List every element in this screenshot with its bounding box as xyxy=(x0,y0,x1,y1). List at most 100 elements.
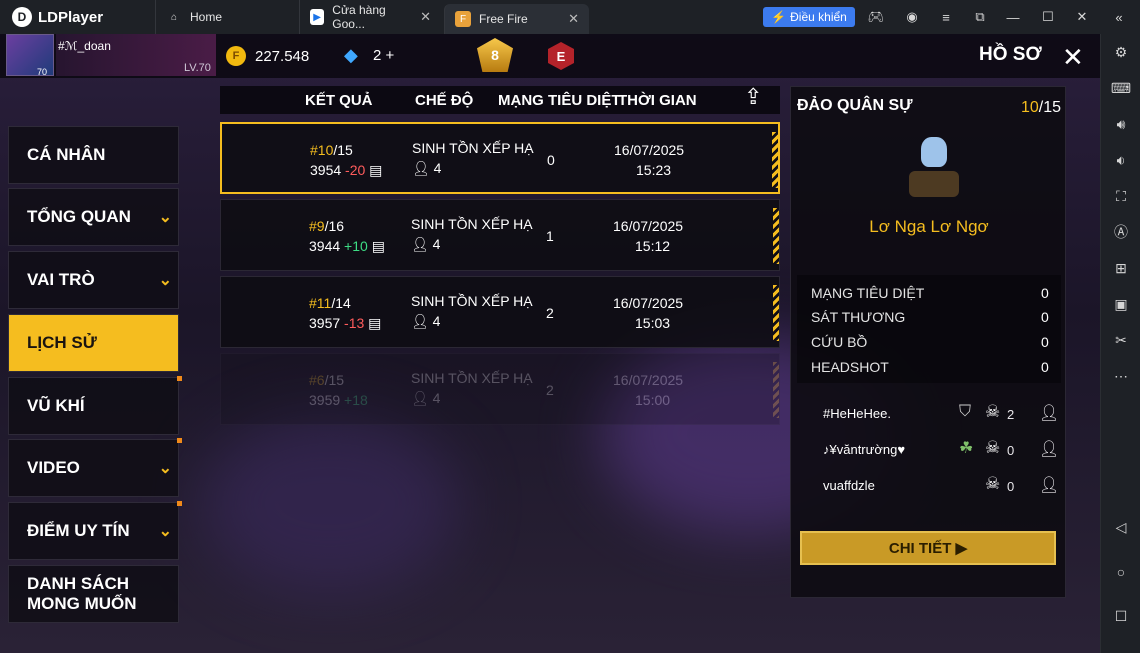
chevron-down-icon: ⌄ xyxy=(158,460,172,477)
details-button[interactable]: CHI TIẾT ▶ xyxy=(800,531,1056,565)
teammate-kills: 0 xyxy=(1007,479,1015,494)
squad-size: 4 xyxy=(432,236,441,252)
notification-dot xyxy=(177,438,182,443)
notification-dot xyxy=(177,501,182,506)
control-button[interactable]: ⚡ Điều khiển xyxy=(763,7,855,27)
points: 3954 xyxy=(310,162,342,178)
stat-value: 0 xyxy=(1041,359,1049,375)
home-circle-icon[interactable]: ○ xyxy=(1109,561,1133,583)
points: 3944 xyxy=(309,238,341,254)
menu-label: TỔNG QUAN xyxy=(27,207,131,226)
chevron-down-icon: ⌄ xyxy=(158,523,172,540)
volume-down-icon[interactable]: 🔉︎ xyxy=(1109,149,1133,171)
fullscreen-icon[interactable]: ⛶ xyxy=(1109,185,1133,207)
time: 15:23 xyxy=(636,162,672,178)
close-tab-icon[interactable]: ✕ xyxy=(420,9,431,25)
gold-amount: 227.548 xyxy=(255,48,310,65)
table-row[interactable]: #9/16 3944 +10 ▤ SINH TỒN XẾP HẠ 👤︎ 4 1 … xyxy=(220,199,780,271)
table-row[interactable]: #10/15 3954 -20 ▤ SINH TỒN XẾP HẠ 👤︎ 4 0… xyxy=(220,122,780,194)
collapse-sidebar-icon[interactable]: « xyxy=(1110,8,1128,26)
total: /15 xyxy=(333,142,353,158)
tab-home[interactable]: ⌂ Home xyxy=(155,0,297,34)
scissors-icon[interactable]: ✂ xyxy=(1109,329,1133,351)
close-window-icon[interactable]: ✕ xyxy=(1073,8,1091,26)
keyboard-icon[interactable]: ⌨ xyxy=(1109,77,1133,99)
back-icon[interactable]: ◁ xyxy=(1109,516,1133,538)
account-icon[interactable]: ◉ xyxy=(903,8,921,26)
teammate-kills: 0 xyxy=(1007,443,1015,458)
apk-install-icon[interactable]: ▣ xyxy=(1109,293,1133,315)
teammate-row: ♪¥văntrường♥ ☘ ☠ 0 👤︎ xyxy=(791,435,1067,465)
row-stripe xyxy=(772,132,778,188)
close-tab-icon[interactable]: ✕ xyxy=(568,11,579,27)
match-detail-panel: ĐẢO QUÂN SỰ 10/15 Lơ Nga Lơ Ngơ MẠNG TIÊ… xyxy=(790,86,1066,598)
menu-label: LỊCH SỬ xyxy=(27,333,97,352)
add-friend-icon[interactable]: 👤︎ xyxy=(1039,439,1059,459)
menu-item-personal[interactable]: CÁ NHÂN xyxy=(8,126,179,184)
recent-apps-icon[interactable]: ☐ xyxy=(1109,605,1133,627)
share-icon[interactable]: ⇪ xyxy=(744,84,762,110)
points: 3957 xyxy=(309,315,341,331)
badge-icon: ⛉ xyxy=(959,403,972,420)
settings-icon[interactable]: ⚙ xyxy=(1109,41,1133,63)
menu-icon[interactable]: ≡ xyxy=(937,8,955,26)
add-diamond-icon[interactable]: + xyxy=(386,47,395,64)
auto-clicker-icon[interactable]: Ⓐ xyxy=(1109,221,1133,243)
mode: SINH TỒN XẾP HẠ xyxy=(411,216,533,232)
stat-label: HEADSHOT xyxy=(811,359,889,375)
free-fire-icon: F xyxy=(455,11,471,27)
table-row[interactable]: #11/14 3957 -13 ▤ SINH TỒN XẾP HẠ 👤︎ 4 2… xyxy=(220,276,780,348)
time: 15:00 xyxy=(635,392,671,408)
col-mode: CHẾ ĐỘ xyxy=(415,92,474,109)
tab-free-fire[interactable]: F Free Fire ✕ xyxy=(444,4,589,34)
gold-coin-icon: F xyxy=(226,46,246,66)
gamepad-icon[interactable]: 🎮︎ xyxy=(867,8,885,26)
add-friend-icon[interactable]: 👤︎ xyxy=(1039,403,1059,423)
teammate-row: #HeHeHee. ⛉ ☠ 2 👤︎ xyxy=(791,399,1067,429)
menu-item-credit[interactable]: ĐIỂM UY TÍN ⌄ xyxy=(8,501,182,560)
table-row[interactable]: #6/15 3959 +18 SINH TỒN XẾP HẠ 👤︎ 4 2 16… xyxy=(220,353,780,425)
chevron-down-icon: ⌄ xyxy=(158,272,172,289)
details-button-label: CHI TIẾT xyxy=(888,539,952,557)
background-glow xyxy=(200,414,460,594)
avatar[interactable]: 70 xyxy=(6,34,54,77)
stat-value: 0 xyxy=(1041,309,1049,325)
teammate-row: vuaffdzle ☠ 0 👤︎ xyxy=(791,471,1067,501)
history-table-header: KẾT QUẢ CHẾ ĐỘ MẠNG TIÊU DIỆT THỜI GIAN xyxy=(220,86,780,114)
close-icon[interactable]: ✕ xyxy=(1062,42,1084,73)
menu-item-video[interactable]: VIDEO ⌄ xyxy=(8,438,182,497)
diamond-amount[interactable]: 2 + xyxy=(373,47,394,64)
menu-item-weapons[interactable]: VŨ KHÍ xyxy=(8,376,182,435)
stat-label: CỨU BỒ xyxy=(811,334,868,350)
add-instance-icon[interactable]: ⊞ xyxy=(1109,257,1133,279)
skull-kill-icon: ☠ xyxy=(985,402,1001,421)
map-name: ĐẢO QUÂN SỰ xyxy=(797,97,913,114)
row-stripe xyxy=(773,362,779,418)
squad-icon: 👤︎ xyxy=(412,160,430,176)
detail-list-icon: ▤ xyxy=(369,162,383,178)
minimize-icon[interactable]: — xyxy=(1004,8,1022,26)
menu-item-history[interactable]: LỊCH SỬ xyxy=(8,314,179,372)
menu-item-roles[interactable]: VAI TRÒ ⌄ xyxy=(8,251,179,309)
maximize-icon[interactable]: ☐ xyxy=(1039,8,1057,26)
notification-dot xyxy=(177,376,182,381)
menu-item-wishlist[interactable]: DANH SÁCH MONG MUỐN xyxy=(8,565,179,623)
stats-box: MẠNG TIÊU DIỆT 0 SÁT THƯƠNG 0 CỨU BỒ 0 HEAD… xyxy=(797,275,1061,383)
col-kills: MẠNG TIÊU DIỆT xyxy=(498,92,621,109)
volume-up-icon[interactable]: 🔊︎ xyxy=(1109,113,1133,135)
row-stripe xyxy=(773,285,779,341)
add-friend-icon[interactable]: 👤︎ xyxy=(1039,475,1059,495)
squad-icon: 👤︎ xyxy=(411,236,429,252)
menu-item-overview[interactable]: TỔNG QUAN ⌄ xyxy=(8,188,179,246)
more-icon[interactable]: ⋯ xyxy=(1109,365,1133,387)
lightning-icon: ⚡ xyxy=(771,10,787,24)
total: /15 xyxy=(324,372,345,388)
date: 16/07/2025 xyxy=(614,142,685,158)
avatar-level: 70 xyxy=(37,67,48,77)
points-delta: +18 xyxy=(344,392,368,408)
play-arrow-icon: ▶ xyxy=(955,540,968,557)
tab-free-fire-label: Free Fire xyxy=(479,12,528,26)
row-stripe xyxy=(773,208,779,264)
tab-play-store[interactable]: ▶ Cửa hàng Goo... ✕ xyxy=(299,0,441,34)
restore-window-icon[interactable]: ⧉ xyxy=(971,8,989,26)
